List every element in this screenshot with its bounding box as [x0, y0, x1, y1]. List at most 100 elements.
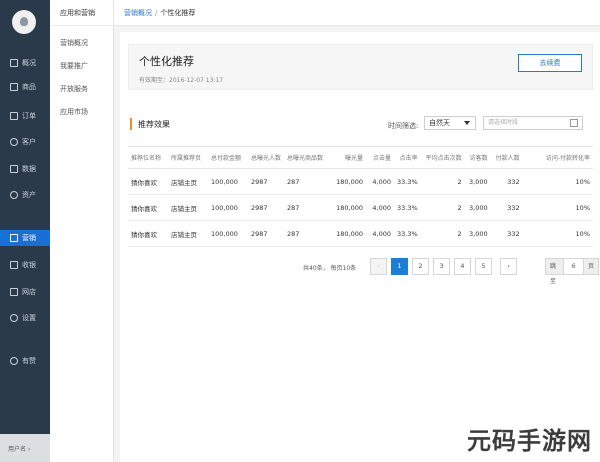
table-cell: 4,000 — [366, 168, 394, 195]
logo[interactable] — [12, 10, 36, 34]
page-button-3[interactable]: 3 — [433, 258, 450, 275]
table-cell: 猜你喜欢 — [128, 220, 168, 247]
table-cell: 10% — [522, 194, 593, 221]
table-cell: 33.3% — [394, 220, 421, 247]
nav-item-shop[interactable]: 网店 — [0, 284, 50, 300]
table-cell: 2 — [420, 194, 465, 221]
table-cell: 2 — [420, 168, 465, 195]
table-cell: 店铺主页 — [168, 194, 208, 221]
date-range-input[interactable]: 请选择时段 — [483, 116, 583, 130]
nav-item-orders[interactable]: 订单 — [0, 108, 50, 124]
coin-icon — [10, 191, 18, 199]
user-menu[interactable]: 用户名 › — [0, 434, 50, 462]
nav-item-overview[interactable]: 概况 — [0, 55, 50, 71]
breadcrumb-current: 个性化推荐 — [160, 8, 196, 17]
effect-table: 推荐位名称 所属推荐页 总付款金额 总曝光人数 总曝光商品数 曝光量 点击量 点… — [128, 146, 593, 247]
nav-item-youzan[interactable]: 有赞 — [0, 353, 50, 369]
table-cell: 287 — [284, 168, 330, 195]
table-cell: 33.3% — [394, 168, 421, 195]
expiry-text: 有效期至：2016-12-07 13:17 — [139, 77, 224, 84]
sub-nav-item[interactable]: 我要推广 — [50, 55, 113, 78]
table-cell: 店铺主页 — [168, 168, 208, 195]
table-cell: 3,000 — [464, 220, 491, 247]
nav-item-label: 客户 — [22, 138, 36, 146]
nav-item-goods[interactable]: 商品 — [0, 79, 50, 95]
table-cell: 2 — [420, 220, 465, 247]
table-cell: 33.3% — [394, 194, 421, 221]
table-cell: 100,000 — [208, 194, 248, 221]
list-icon — [10, 112, 18, 120]
section-marker — [130, 118, 132, 130]
gear-icon — [10, 314, 18, 322]
table-cell: 4,000 — [366, 194, 394, 221]
renew-button[interactable]: 去续费 — [518, 54, 582, 72]
nav-item-label: 数据 — [22, 165, 36, 173]
page-button-5[interactable]: 5 — [475, 258, 492, 275]
column-header: 点击率 — [394, 146, 421, 169]
nav-item-assets[interactable]: 资产 — [0, 187, 50, 203]
table-cell: 3,000 — [464, 194, 491, 221]
breadcrumb-separator: / — [155, 8, 158, 17]
nav-item-cashier[interactable]: 收银 — [0, 257, 50, 273]
caret-down-icon — [464, 121, 470, 125]
table-header-row: 推荐位名称 所属推荐页 总付款金额 总曝光人数 总曝光商品数 曝光量 点击量 点… — [128, 146, 593, 169]
monitor-icon — [10, 59, 18, 67]
nav-item-data[interactable]: 数据 — [0, 161, 50, 177]
nav-item-label: 有赞 — [22, 357, 36, 365]
watermark: 元码手游网 — [467, 427, 592, 455]
page-title: 个性化推荐 — [139, 55, 194, 68]
table-cell: 猜你喜欢 — [128, 194, 168, 221]
sub-nav-item[interactable]: 营销概况 — [50, 32, 113, 55]
nav-item-label: 网店 — [22, 288, 36, 296]
column-header: 曝光量 — [330, 146, 366, 169]
pagination: 共40条， 每页10条 ‹ 1 2 3 4 5 › 跳至 6 页 — [303, 258, 600, 285]
table-cell: 3,000 — [464, 168, 491, 195]
table-row: 猜你喜欢 店铺主页 100,000 2987 287 180,000 4,000… — [128, 194, 593, 221]
page-button-2[interactable]: 2 — [412, 258, 429, 275]
nav-item-label: 收银 — [22, 261, 36, 269]
breadcrumb-link[interactable]: 营销概况 — [124, 8, 152, 18]
sub-nav: 应用和营销 营销概况 我要推广 开放服务 应用市场 — [50, 0, 114, 462]
time-filter-select[interactable]: 自然天 — [424, 116, 476, 130]
page-button-4[interactable]: 4 — [454, 258, 471, 275]
pagination-info: 共40条， 每页10条 — [303, 265, 357, 272]
date-range-placeholder: 请选择时段 — [488, 119, 519, 126]
prev-page-button[interactable]: ‹ — [370, 258, 387, 275]
table-row: 猜你喜欢 店铺主页 100,000 2987 287 180,000 4,000… — [128, 220, 593, 247]
table-cell: 332 — [490, 194, 523, 221]
nav-item-label: 订单 — [22, 112, 36, 120]
column-header: 付款人数 — [490, 146, 523, 169]
table-cell: 287 — [284, 220, 330, 247]
nav-item-customers[interactable]: 客户 — [0, 134, 50, 150]
table-cell: 180,000 — [330, 220, 366, 247]
tag-icon — [10, 83, 18, 91]
column-header: 所属推荐页 — [168, 146, 208, 169]
table-cell: 猜你喜欢 — [128, 168, 168, 195]
column-header: 平均点击次数 — [420, 146, 465, 169]
page-jump-input[interactable]: 6 — [564, 259, 583, 274]
page-jump-unit: 页 — [583, 259, 599, 274]
sub-nav-item[interactable]: 应用市场 — [50, 101, 113, 124]
page-button-1[interactable]: 1 — [391, 258, 408, 275]
sub-nav-header: 应用和营销 — [50, 0, 113, 26]
main-nav: 概况 商品 订单 客户 数据 资产 营销 收银 网店 设置 有赞 用户名 › — [0, 0, 50, 462]
column-header: 总曝光人数 — [248, 146, 284, 169]
app-header-card: 个性化推荐 有效期至：2016-12-07 13:17 去续费 — [128, 44, 593, 90]
next-page-button[interactable]: › — [500, 258, 517, 275]
table-cell: 100,000 — [208, 220, 248, 247]
table-cell: 100,000 — [208, 168, 248, 195]
sub-nav-item[interactable]: 开放服务 — [50, 78, 113, 101]
nav-item-settings[interactable]: 设置 — [0, 310, 50, 326]
table-cell: 180,000 — [330, 194, 366, 221]
shop-icon — [10, 288, 18, 296]
logo-mark-icon — [20, 17, 28, 26]
table-cell: 10% — [522, 168, 593, 195]
thumb-icon — [10, 357, 18, 365]
table-row: 猜你喜欢 店铺主页 100,000 2987 287 180,000 4,000… — [128, 168, 593, 195]
column-header: 访问-付款转化率 — [522, 146, 593, 169]
table-cell: 店铺主页 — [168, 220, 208, 247]
table-cell: 2987 — [248, 168, 284, 195]
calendar-icon[interactable] — [570, 119, 578, 127]
nav-item-marketing[interactable]: 营销 — [0, 230, 50, 246]
table-cell: 2987 — [248, 194, 284, 221]
